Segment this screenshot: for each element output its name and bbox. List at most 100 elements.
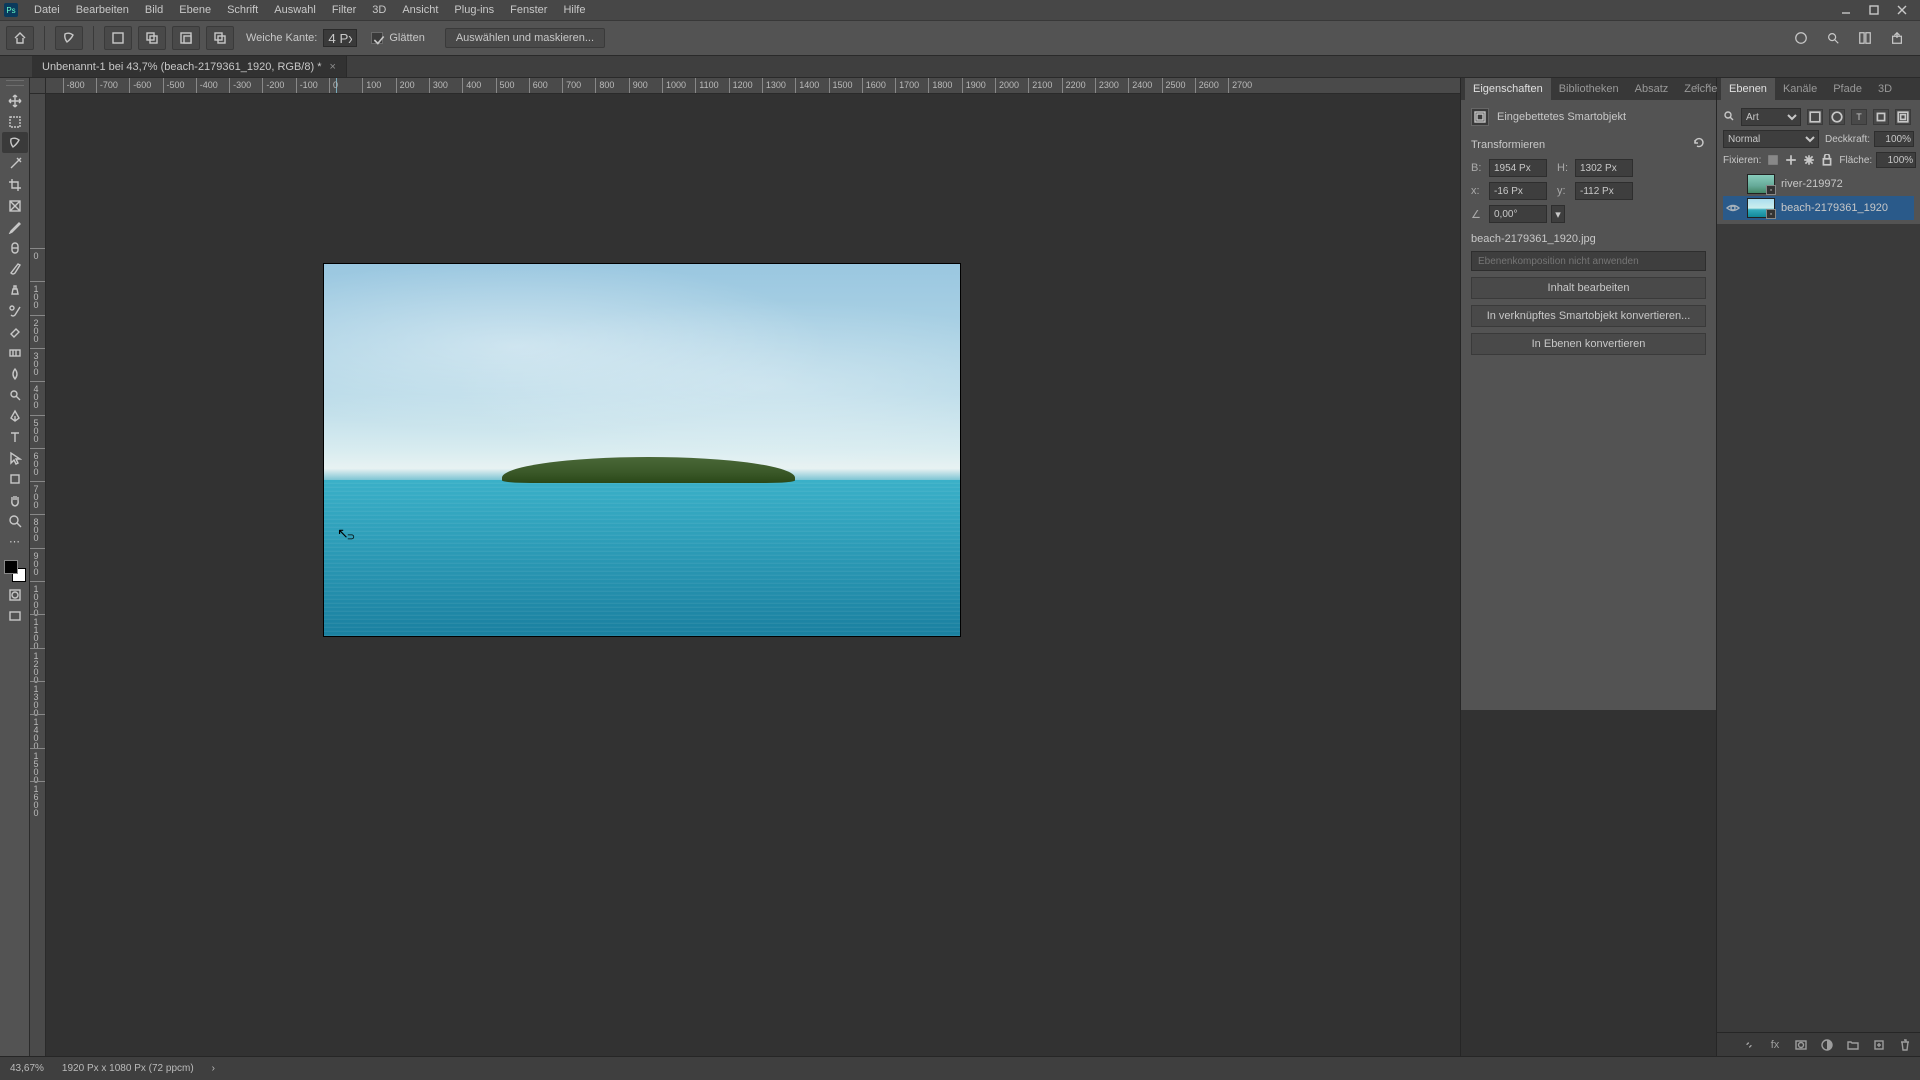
- vertical-ruler[interactable]: 0100200300400500600700800900100011001200…: [30, 78, 46, 1056]
- layer-row[interactable]: ▫ beach-2179361_1920: [1723, 196, 1914, 220]
- layer-name[interactable]: river-219972: [1781, 178, 1912, 190]
- convert-layers-button[interactable]: In Ebenen konvertieren: [1471, 333, 1706, 355]
- type-tool[interactable]: [2, 426, 28, 447]
- shape-tool[interactable]: [2, 468, 28, 489]
- panel-collapse-icon[interactable]: «: [1695, 81, 1701, 92]
- hand-tool[interactable]: [2, 489, 28, 510]
- menu-bild[interactable]: Bild: [137, 4, 171, 16]
- window-minimize-button[interactable]: [1832, 1, 1860, 19]
- x-input[interactable]: [1489, 182, 1547, 200]
- reset-transform-icon[interactable]: [1692, 136, 1706, 153]
- canvas[interactable]: ↖⊃: [46, 94, 1460, 1056]
- tab-bibliotheken[interactable]: Bibliotheken: [1551, 78, 1627, 100]
- menu-bearbeiten[interactable]: Bearbeiten: [68, 4, 137, 16]
- selection-intersect-button[interactable]: [206, 26, 234, 50]
- brush-tool[interactable]: [2, 258, 28, 279]
- menu-hilfe[interactable]: Hilfe: [555, 4, 593, 16]
- dodge-tool[interactable]: [2, 384, 28, 405]
- y-input[interactable]: [1575, 182, 1633, 200]
- layer-filter-kind[interactable]: Art: [1741, 108, 1801, 126]
- menu-ebene[interactable]: Ebene: [171, 4, 219, 16]
- new-group-icon[interactable]: [1846, 1038, 1860, 1052]
- foreground-color-swatch[interactable]: [4, 560, 18, 574]
- move-tool[interactable]: [2, 90, 28, 111]
- menu-datei[interactable]: Datei: [26, 4, 68, 16]
- filter-shape-icon[interactable]: [1873, 109, 1889, 125]
- width-input[interactable]: [1489, 159, 1547, 177]
- menu-filter[interactable]: Filter: [324, 4, 364, 16]
- gradient-tool[interactable]: [2, 342, 28, 363]
- current-tool-icon[interactable]: [55, 26, 83, 50]
- layer-visibility-toggle[interactable]: [1725, 201, 1741, 215]
- docinfo-flyout-icon[interactable]: ›: [212, 1063, 215, 1074]
- delete-layer-icon[interactable]: [1898, 1038, 1912, 1052]
- tab-3d[interactable]: 3D: [1870, 78, 1900, 100]
- crop-tool[interactable]: [2, 174, 28, 195]
- share-icon[interactable]: [1888, 29, 1906, 47]
- menu-3d[interactable]: 3D: [364, 4, 394, 16]
- link-layers-icon[interactable]: [1742, 1038, 1756, 1052]
- edit-contents-button[interactable]: Inhalt bearbeiten: [1471, 277, 1706, 299]
- layer-thumbnail[interactable]: ▫: [1747, 174, 1775, 194]
- lock-artboard-icon[interactable]: [1803, 153, 1815, 167]
- quick-mask-button[interactable]: [2, 584, 28, 605]
- select-and-mask-button[interactable]: Auswählen und maskieren...: [445, 28, 605, 48]
- screen-mode-button[interactable]: [2, 605, 28, 626]
- zoom-level[interactable]: 43,67%: [10, 1063, 44, 1074]
- layer-comp-input[interactable]: [1471, 251, 1706, 271]
- frame-tool[interactable]: [2, 195, 28, 216]
- selection-new-button[interactable]: [104, 26, 132, 50]
- menu-fenster[interactable]: Fenster: [502, 4, 555, 16]
- fill-input[interactable]: [1876, 152, 1916, 168]
- layer-row[interactable]: ▫ river-219972: [1723, 172, 1914, 196]
- window-maximize-button[interactable]: [1860, 1, 1888, 19]
- new-layer-icon[interactable]: [1872, 1038, 1886, 1052]
- antialias-checkbox[interactable]: [371, 32, 383, 44]
- menu-plugins[interactable]: Plug-ins: [446, 4, 502, 16]
- horizontal-ruler[interactable]: -800-700-600-500-400-300-200-10001002003…: [46, 78, 1460, 94]
- convert-linked-button[interactable]: In verknüpftes Smartobjekt konvertieren.…: [1471, 305, 1706, 327]
- selection-add-button[interactable]: [138, 26, 166, 50]
- document-tab[interactable]: Unbenannt-1 bei 43,7% (beach-2179361_192…: [32, 56, 347, 77]
- eraser-tool[interactable]: [2, 321, 28, 342]
- path-selection-tool[interactable]: [2, 447, 28, 468]
- menu-auswahl[interactable]: Auswahl: [266, 4, 324, 16]
- document-info[interactable]: 1920 Px x 1080 Px (72 ppcm): [62, 1063, 194, 1074]
- menu-ansicht[interactable]: Ansicht: [394, 4, 446, 16]
- toolbox-grip-icon[interactable]: [6, 80, 24, 86]
- tab-absatz[interactable]: Absatz: [1627, 78, 1677, 100]
- home-button[interactable]: [6, 26, 34, 50]
- pen-tool[interactable]: [2, 405, 28, 426]
- angle-dropdown[interactable]: ▾: [1551, 205, 1565, 223]
- filter-adjustment-icon[interactable]: [1829, 109, 1845, 125]
- filter-pixel-icon[interactable]: [1807, 109, 1823, 125]
- new-adjustment-icon[interactable]: [1820, 1038, 1834, 1052]
- close-tab-icon[interactable]: ×: [329, 61, 335, 73]
- history-brush-tool[interactable]: [2, 300, 28, 321]
- clone-stamp-tool[interactable]: [2, 279, 28, 300]
- filter-search-icon[interactable]: [1723, 110, 1735, 125]
- layer-fx-icon[interactable]: fx: [1768, 1038, 1782, 1052]
- blur-tool[interactable]: [2, 363, 28, 384]
- feather-input[interactable]: [323, 29, 357, 47]
- color-swatches[interactable]: [2, 558, 28, 584]
- search-icon[interactable]: [1824, 29, 1842, 47]
- eyedropper-tool[interactable]: [2, 216, 28, 237]
- lock-all-icon[interactable]: [1821, 153, 1833, 167]
- marquee-tool[interactable]: [2, 111, 28, 132]
- tab-pfade[interactable]: Pfade: [1825, 78, 1870, 100]
- tab-ebenen[interactable]: Ebenen: [1721, 78, 1775, 100]
- edit-toolbar-icon[interactable]: ⋯: [2, 531, 28, 552]
- add-mask-icon[interactable]: [1794, 1038, 1808, 1052]
- magic-wand-tool[interactable]: [2, 153, 28, 174]
- tab-kanaele[interactable]: Kanäle: [1775, 78, 1825, 100]
- layer-name[interactable]: beach-2179361_1920: [1781, 202, 1912, 214]
- lock-position-icon[interactable]: [1785, 153, 1797, 167]
- angle-input[interactable]: [1489, 205, 1547, 223]
- panel-close-icon[interactable]: ×: [1706, 81, 1712, 92]
- window-close-button[interactable]: [1888, 1, 1916, 19]
- lock-pixels-icon[interactable]: [1767, 153, 1779, 167]
- layer-thumbnail[interactable]: ▫: [1747, 198, 1775, 218]
- lasso-tool[interactable]: [2, 132, 28, 153]
- filter-type-icon[interactable]: T: [1851, 109, 1867, 125]
